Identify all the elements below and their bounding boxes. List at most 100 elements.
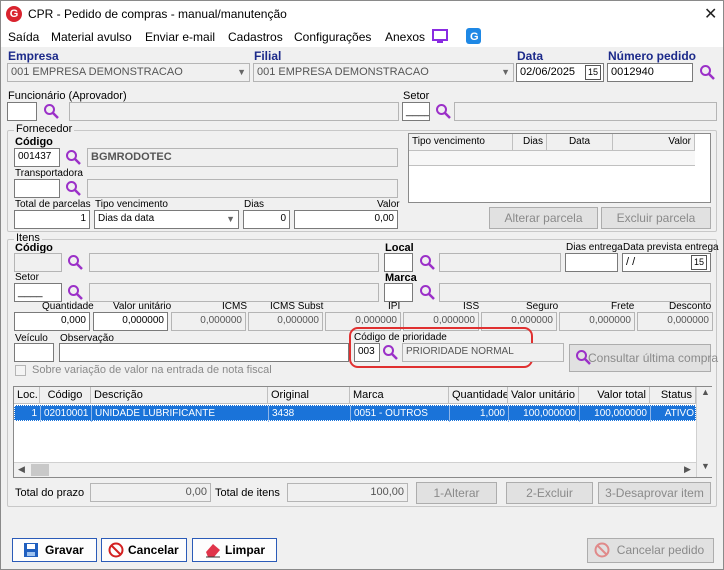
- transportadora-name-field: [87, 179, 398, 198]
- filial-select[interactable]: 001 EMPRESA DEMONSTRACAO ▼: [253, 63, 514, 82]
- search-icon[interactable]: [65, 149, 81, 165]
- calendar-icon[interactable]: 15: [691, 255, 707, 270]
- itens-table: Loc. Código Descrição Original Marca Qua…: [13, 386, 712, 478]
- search-icon[interactable]: [43, 103, 59, 119]
- total-itens-label: Total de itens: [215, 487, 280, 499]
- col-original: Original: [268, 387, 350, 404]
- prioridade-name-field: PRIORIDADE NORMAL: [402, 343, 564, 362]
- table-row[interactable]: 1 02010001 UNIDADE LUBRIFICANTE 3438 005…: [14, 405, 696, 422]
- excluir-parcela-button[interactable]: Excluir parcela: [601, 207, 711, 229]
- sobre-variacao-checkbox[interactable]: [15, 365, 26, 376]
- icms-subst-label: ICMS Subst: [270, 301, 324, 312]
- menu-cadastros[interactable]: Cadastros: [228, 30, 283, 44]
- excluir-item-button[interactable]: 2-Excluir: [506, 482, 593, 504]
- dias-entrega-label: Dias entrega: [566, 242, 623, 253]
- desconto-field: 0,000000: [637, 312, 713, 331]
- parcelas-table: Tipo vencimento Dias Data Valor: [408, 133, 711, 203]
- numero-pedido-field[interactable]: 0012940: [607, 63, 693, 82]
- frete-label: Frete: [611, 301, 635, 312]
- transportadora-label: Transportadora: [15, 168, 83, 179]
- item-setor-label: Setor: [15, 272, 39, 283]
- menu-saida[interactable]: Saída: [8, 30, 39, 44]
- scroll-thumb[interactable]: [31, 464, 49, 476]
- col-loc: Loc.: [14, 387, 40, 404]
- col-descricao: Descrição: [91, 387, 268, 404]
- alterar-parcela-button[interactable]: Alterar parcela: [489, 207, 598, 229]
- vertical-scrollbar[interactable]: ▲ ▼: [696, 387, 712, 477]
- funcionario-code-field[interactable]: [7, 102, 37, 121]
- desconto-label: Desconto: [669, 301, 712, 312]
- main-window: G CPR - Pedido de compras - manual/manut…: [0, 0, 724, 570]
- sobre-variacao-label: Sobre variação de valor na entrada de no…: [32, 364, 272, 376]
- veiculo-field[interactable]: [14, 343, 54, 362]
- fornecedor-codigo-field[interactable]: 001437: [14, 148, 60, 167]
- marca-name-field: [439, 283, 711, 302]
- item-codigo-field[interactable]: [14, 253, 62, 272]
- prioridade-code-field[interactable]: 003: [354, 343, 380, 362]
- search-icon[interactable]: [382, 344, 398, 360]
- marca-code-field[interactable]: [384, 283, 413, 302]
- local-name-field: [439, 253, 561, 272]
- icms-field: 0,000000: [171, 312, 246, 331]
- cell-loc: 1: [15, 406, 41, 422]
- dias-field[interactable]: 0: [243, 210, 290, 229]
- cell-codigo: 02010001: [41, 406, 92, 422]
- col-marca: Marca: [350, 387, 449, 404]
- menu-enviar-email[interactable]: Enviar e-mail: [145, 30, 215, 44]
- alterar-item-button[interactable]: 1-Alterar: [416, 482, 497, 504]
- iss-label: ISS: [463, 301, 480, 312]
- col-dias: Dias: [513, 134, 547, 151]
- calendar-icon[interactable]: 15: [585, 65, 601, 80]
- data-label: Data: [517, 49, 544, 63]
- menu-configuracoes[interactable]: Configurações: [294, 30, 371, 44]
- prioridade-label: Código de prioridade: [354, 332, 447, 343]
- item-setor-code-field[interactable]: ____: [14, 283, 62, 302]
- search-icon[interactable]: [699, 64, 715, 80]
- app-shortcut-icon[interactable]: G: [466, 28, 481, 44]
- search-icon[interactable]: [67, 284, 83, 300]
- col-status: Status: [650, 387, 696, 404]
- icms-subst-field: 0,000000: [248, 312, 323, 331]
- menu-material-avulso[interactable]: Material avulso: [51, 30, 132, 44]
- eraser-icon: [206, 544, 220, 558]
- menu-bar: Saída Material avulso Enviar e-mail Cada…: [1, 27, 723, 47]
- valor-field[interactable]: 0,00: [294, 210, 398, 229]
- valor-unitario-field[interactable]: 0,000000: [93, 312, 168, 331]
- tipo-vencimento-select[interactable]: Dias da data ▼: [94, 210, 239, 229]
- fornecedor-nome-field: BGMRODOTEC: [87, 148, 398, 167]
- close-icon[interactable]: ✕: [704, 4, 717, 24]
- search-icon[interactable]: [435, 103, 451, 119]
- desaprovar-item-button[interactable]: 3-Desaprovar item: [598, 482, 711, 504]
- setor-code-field[interactable]: ____: [402, 102, 430, 121]
- search-icon[interactable]: [419, 284, 435, 300]
- window-title: CPR - Pedido de compras - manual/manuten…: [28, 7, 287, 21]
- observacao-field[interactable]: [59, 343, 349, 362]
- search-icon[interactable]: [65, 180, 81, 196]
- cancel-icon: [594, 542, 610, 558]
- local-code-field[interactable]: [384, 253, 413, 272]
- total-parcelas-field[interactable]: 1: [14, 210, 90, 229]
- menu-anexos[interactable]: Anexos: [385, 30, 425, 44]
- cell-valor-unitario: 100,000000: [509, 406, 580, 422]
- total-parcelas-label: Total de parcelas: [15, 199, 91, 210]
- seguro-label: Seguro: [526, 301, 559, 312]
- monitor-icon[interactable]: [432, 29, 448, 44]
- save-icon: [24, 543, 38, 557]
- search-icon[interactable]: [419, 254, 435, 270]
- dias-entrega-field[interactable]: [565, 253, 618, 272]
- search-icon[interactable]: [67, 254, 83, 270]
- transportadora-code-field[interactable]: [14, 179, 60, 198]
- svg-text:G: G: [470, 31, 479, 43]
- empresa-select[interactable]: 001 EMPRESA DEMONSTRACAO ▼: [7, 63, 250, 82]
- quantidade-label: Quantidade: [42, 301, 94, 312]
- horizontal-scrollbar[interactable]: ◀ ▶: [14, 462, 696, 477]
- cell-status: ATIVO: [664, 408, 694, 419]
- cell-quantidade: 1,000: [450, 406, 509, 422]
- empresa-label: Empresa: [8, 49, 59, 63]
- total-prazo-field: 0,00: [90, 483, 211, 502]
- col-valor-total: Valor total: [579, 387, 650, 404]
- search-icon: [576, 350, 591, 365]
- quantidade-field[interactable]: 0,000: [14, 312, 90, 331]
- table-row: [409, 151, 695, 166]
- data-prevista-label: Data prevista entrega: [623, 242, 719, 253]
